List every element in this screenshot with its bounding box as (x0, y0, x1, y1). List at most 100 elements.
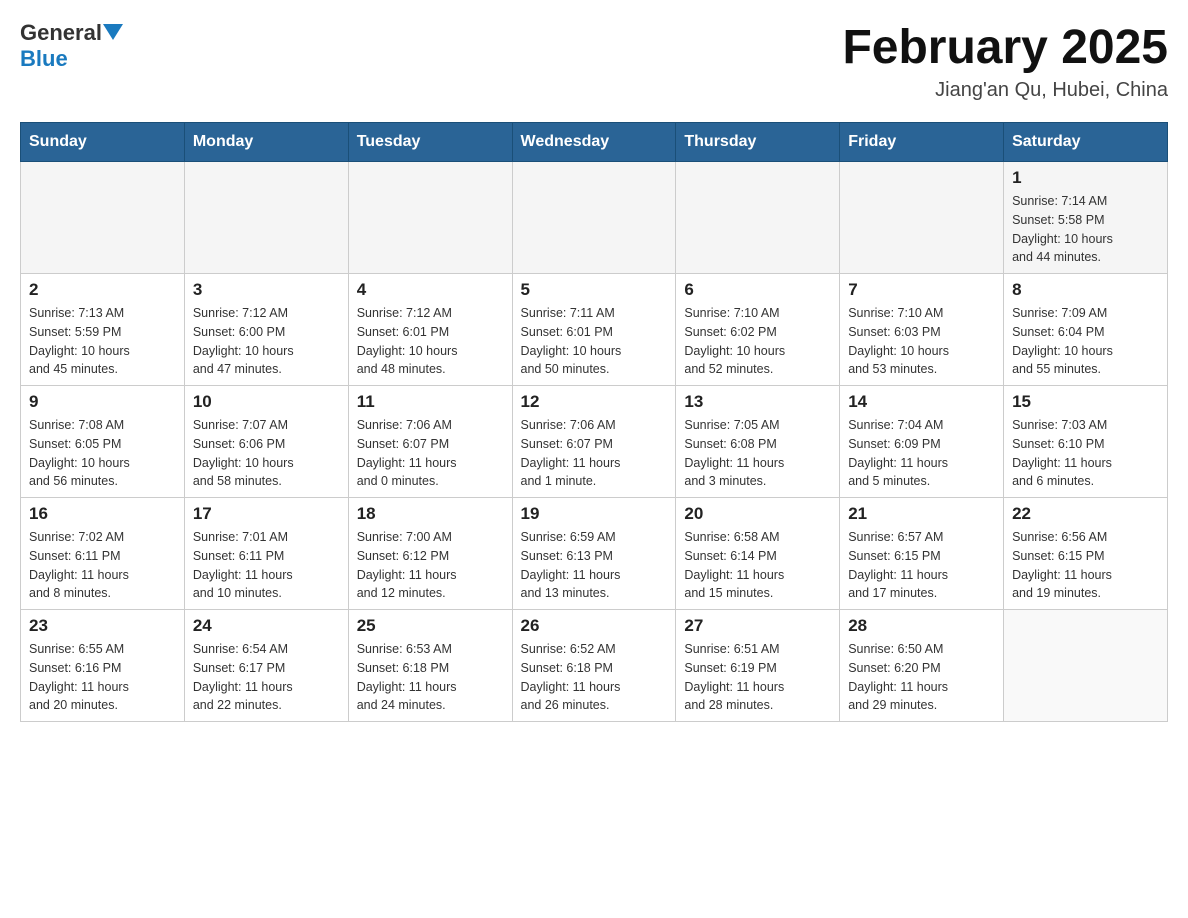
day-number: 23 (29, 616, 176, 636)
day-number: 3 (193, 280, 340, 300)
day-info: Sunrise: 7:11 AM Sunset: 6:01 PM Dayligh… (521, 304, 668, 379)
page-header: General Blue February 2025 Jiang'an Qu, … (20, 20, 1168, 102)
day-number: 7 (848, 280, 995, 300)
day-number: 25 (357, 616, 504, 636)
day-info: Sunrise: 7:09 AM Sunset: 6:04 PM Dayligh… (1012, 304, 1159, 379)
day-info: Sunrise: 7:08 AM Sunset: 6:05 PM Dayligh… (29, 416, 176, 491)
day-info: Sunrise: 7:14 AM Sunset: 5:58 PM Dayligh… (1012, 192, 1159, 267)
logo-blue: Blue (20, 46, 68, 72)
calendar-day-cell: 16Sunrise: 7:02 AM Sunset: 6:11 PM Dayli… (21, 498, 185, 610)
calendar-day-header: Saturday (1004, 123, 1168, 162)
calendar-day-cell: 1 Sunrise: 7:14 AM Sunset: 5:58 PM Daylig… (1004, 162, 1168, 274)
day-info: Sunrise: 6:59 AM Sunset: 6:13 PM Dayligh… (521, 528, 668, 603)
day-number: 14 (848, 392, 995, 412)
day-number: 1 (1012, 168, 1159, 188)
logo-general: General (20, 20, 102, 46)
calendar-day-cell (21, 162, 185, 274)
calendar-day-cell: 27 Sunrise: 6:51 AM Sunset: 6:19 PM Dayli… (676, 610, 840, 722)
day-number: 18 (357, 504, 504, 524)
day-info: Sunrise: 6:55 AM Sunset: 6:16 PM Dayligh… (29, 640, 176, 715)
day-number: 27 (684, 616, 831, 636)
day-number: 11 (357, 392, 504, 412)
calendar-day-cell (348, 162, 512, 274)
day-number: 22 (1012, 504, 1159, 524)
calendar-day-cell: 13Sunrise: 7:05 AM Sunset: 6:08 PM Dayli… (676, 386, 840, 498)
day-info: Sunrise: 6:51 AM Sunset: 6:19 PM Dayligh… (684, 640, 831, 715)
calendar-day-cell: 2Sunrise: 7:13 AM Sunset: 5:59 PM Daylig… (21, 274, 185, 386)
calendar-week-row: 9 Sunrise: 7:08 AM Sunset: 6:05 PM Daylig… (21, 386, 1168, 498)
day-number: 4 (357, 280, 504, 300)
calendar-day-header: Tuesday (348, 123, 512, 162)
calendar-day-cell: 14 Sunrise: 7:04 AM Sunset: 6:09 PM Dayli… (840, 386, 1004, 498)
day-number: 16 (29, 504, 176, 524)
calendar-day-cell: 23 Sunrise: 6:55 AM Sunset: 6:16 PM Dayli… (21, 610, 185, 722)
calendar-day-cell: 11Sunrise: 7:06 AM Sunset: 6:07 PM Dayli… (348, 386, 512, 498)
calendar-day-header: Friday (840, 123, 1004, 162)
day-info: Sunrise: 6:57 AM Sunset: 6:15 PM Dayligh… (848, 528, 995, 603)
calendar-day-header: Thursday (676, 123, 840, 162)
calendar-day-cell: 19 Sunrise: 6:59 AM Sunset: 6:13 PM Dayli… (512, 498, 676, 610)
day-number: 15 (1012, 392, 1159, 412)
day-info: Sunrise: 7:03 AM Sunset: 6:10 PM Dayligh… (1012, 416, 1159, 491)
calendar-day-cell: 21 Sunrise: 6:57 AM Sunset: 6:15 PM Dayli… (840, 498, 1004, 610)
day-info: Sunrise: 6:56 AM Sunset: 6:15 PM Dayligh… (1012, 528, 1159, 603)
day-number: 19 (521, 504, 668, 524)
calendar-day-cell: 8 Sunrise: 7:09 AM Sunset: 6:04 PM Daylig… (1004, 274, 1168, 386)
day-info: Sunrise: 7:10 AM Sunset: 6:02 PM Dayligh… (684, 304, 831, 379)
calendar-week-row: 16Sunrise: 7:02 AM Sunset: 6:11 PM Dayli… (21, 498, 1168, 610)
day-info: Sunrise: 7:06 AM Sunset: 6:07 PM Dayligh… (521, 416, 668, 491)
calendar-day-cell: 18 Sunrise: 7:00 AM Sunset: 6:12 PM Dayli… (348, 498, 512, 610)
day-number: 26 (521, 616, 668, 636)
calendar-week-row: 1 Sunrise: 7:14 AM Sunset: 5:58 PM Daylig… (21, 162, 1168, 274)
day-info: Sunrise: 6:58 AM Sunset: 6:14 PM Dayligh… (684, 528, 831, 603)
calendar-day-header: Monday (184, 123, 348, 162)
calendar-day-cell: 3 Sunrise: 7:12 AM Sunset: 6:00 PM Daylig… (184, 274, 348, 386)
calendar-day-cell: 17Sunrise: 7:01 AM Sunset: 6:11 PM Dayli… (184, 498, 348, 610)
logo: General Blue (20, 20, 123, 72)
calendar-day-header: Wednesday (512, 123, 676, 162)
calendar-day-cell (840, 162, 1004, 274)
calendar-day-cell (512, 162, 676, 274)
day-number: 28 (848, 616, 995, 636)
day-number: 5 (521, 280, 668, 300)
day-number: 6 (684, 280, 831, 300)
calendar-day-cell: 5 Sunrise: 7:11 AM Sunset: 6:01 PM Daylig… (512, 274, 676, 386)
day-number: 8 (1012, 280, 1159, 300)
month-title: February 2025 (842, 20, 1168, 75)
calendar-day-cell: 7Sunrise: 7:10 AM Sunset: 6:03 PM Daylig… (840, 274, 1004, 386)
calendar-day-header: Sunday (21, 123, 185, 162)
day-info: Sunrise: 7:07 AM Sunset: 6:06 PM Dayligh… (193, 416, 340, 491)
calendar-week-row: 2Sunrise: 7:13 AM Sunset: 5:59 PM Daylig… (21, 274, 1168, 386)
day-info: Sunrise: 6:54 AM Sunset: 6:17 PM Dayligh… (193, 640, 340, 715)
day-info: Sunrise: 7:01 AM Sunset: 6:11 PM Dayligh… (193, 528, 340, 603)
location-text: Jiang'an Qu, Hubei, China (842, 79, 1168, 102)
calendar-day-cell: 22 Sunrise: 6:56 AM Sunset: 6:15 PM Dayli… (1004, 498, 1168, 610)
calendar-day-cell: 15 Sunrise: 7:03 AM Sunset: 6:10 PM Dayli… (1004, 386, 1168, 498)
day-number: 9 (29, 392, 176, 412)
day-info: Sunrise: 7:05 AM Sunset: 6:08 PM Dayligh… (684, 416, 831, 491)
day-number: 12 (521, 392, 668, 412)
calendar-day-cell (1004, 610, 1168, 722)
calendar-day-cell: 9 Sunrise: 7:08 AM Sunset: 6:05 PM Daylig… (21, 386, 185, 498)
calendar-day-cell (676, 162, 840, 274)
day-info: Sunrise: 7:12 AM Sunset: 6:00 PM Dayligh… (193, 304, 340, 379)
calendar-day-cell: 20 Sunrise: 6:58 AM Sunset: 6:14 PM Dayli… (676, 498, 840, 610)
day-number: 21 (848, 504, 995, 524)
calendar-day-cell: 10Sunrise: 7:07 AM Sunset: 6:06 PM Dayli… (184, 386, 348, 498)
calendar-header-row: SundayMondayTuesdayWednesdayThursdayFrid… (21, 123, 1168, 162)
calendar-day-cell: 6 Sunrise: 7:10 AM Sunset: 6:02 PM Daylig… (676, 274, 840, 386)
calendar-week-row: 23 Sunrise: 6:55 AM Sunset: 6:16 PM Dayli… (21, 610, 1168, 722)
calendar-day-cell: 25Sunrise: 6:53 AM Sunset: 6:18 PM Dayli… (348, 610, 512, 722)
logo-triangle-icon (103, 24, 123, 40)
calendar-day-cell: 4Sunrise: 7:12 AM Sunset: 6:01 PM Daylig… (348, 274, 512, 386)
day-info: Sunrise: 7:00 AM Sunset: 6:12 PM Dayligh… (357, 528, 504, 603)
calendar-day-cell: 12 Sunrise: 7:06 AM Sunset: 6:07 PM Dayli… (512, 386, 676, 498)
calendar-day-cell: 28Sunrise: 6:50 AM Sunset: 6:20 PM Dayli… (840, 610, 1004, 722)
day-number: 24 (193, 616, 340, 636)
day-info: Sunrise: 7:04 AM Sunset: 6:09 PM Dayligh… (848, 416, 995, 491)
day-number: 20 (684, 504, 831, 524)
calendar-day-cell (184, 162, 348, 274)
calendar-table: SundayMondayTuesdayWednesdayThursdayFrid… (20, 122, 1168, 722)
calendar-day-cell: 24 Sunrise: 6:54 AM Sunset: 6:17 PM Dayli… (184, 610, 348, 722)
day-info: Sunrise: 6:52 AM Sunset: 6:18 PM Dayligh… (521, 640, 668, 715)
